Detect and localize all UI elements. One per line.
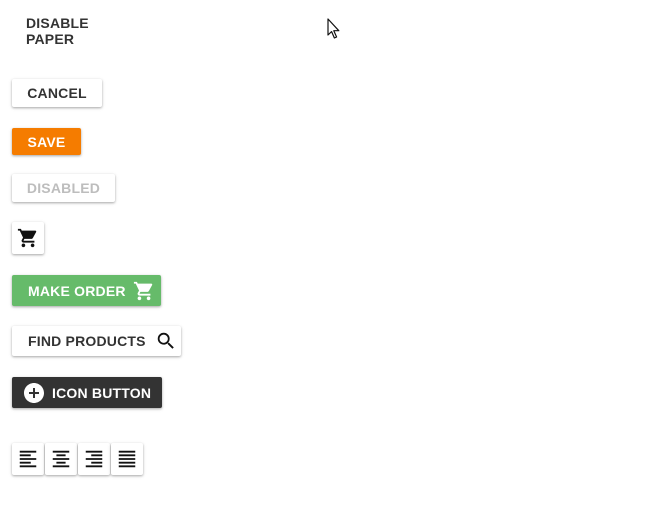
align-justify-button[interactable]	[111, 443, 143, 475]
align-left-button[interactable]	[12, 443, 44, 475]
cart-icon-button[interactable]	[12, 222, 44, 254]
text-align-toggle-group	[12, 443, 143, 475]
find-products-button[interactable]: FIND PRODUCTS	[12, 326, 181, 356]
add-circle-icon	[22, 381, 46, 405]
format-align-left-icon	[17, 448, 39, 470]
align-center-button[interactable]	[45, 443, 77, 475]
align-right-button[interactable]	[78, 443, 110, 475]
disabled-label: DISABLED	[26, 180, 101, 196]
format-align-justify-icon	[116, 448, 138, 470]
make-order-label: MAKE ORDER	[28, 282, 126, 299]
cancel-button[interactable]: CANCEL	[12, 79, 102, 107]
disable-paper-button[interactable]: DISABLE PAPER	[12, 15, 152, 47]
save-label: SAVE	[27, 133, 66, 150]
make-order-button[interactable]: MAKE ORDER	[12, 275, 161, 306]
disabled-button: DISABLED	[12, 174, 115, 202]
search-icon	[155, 330, 177, 352]
format-align-center-icon	[50, 448, 72, 470]
format-align-right-icon	[83, 448, 105, 470]
icon-button-label: ICON BUTTON	[52, 384, 152, 401]
mouse-pointer-icon	[327, 18, 340, 39]
cancel-label: CANCEL	[27, 85, 87, 101]
icon-button[interactable]: ICON BUTTON	[12, 377, 162, 408]
save-button[interactable]: SAVE	[12, 128, 81, 155]
shopping-cart-icon	[133, 280, 155, 302]
find-products-label: FIND PRODUCTS	[28, 333, 146, 349]
shopping-cart-icon	[17, 227, 39, 249]
disable-paper-label: DISABLE PAPER	[26, 15, 89, 47]
